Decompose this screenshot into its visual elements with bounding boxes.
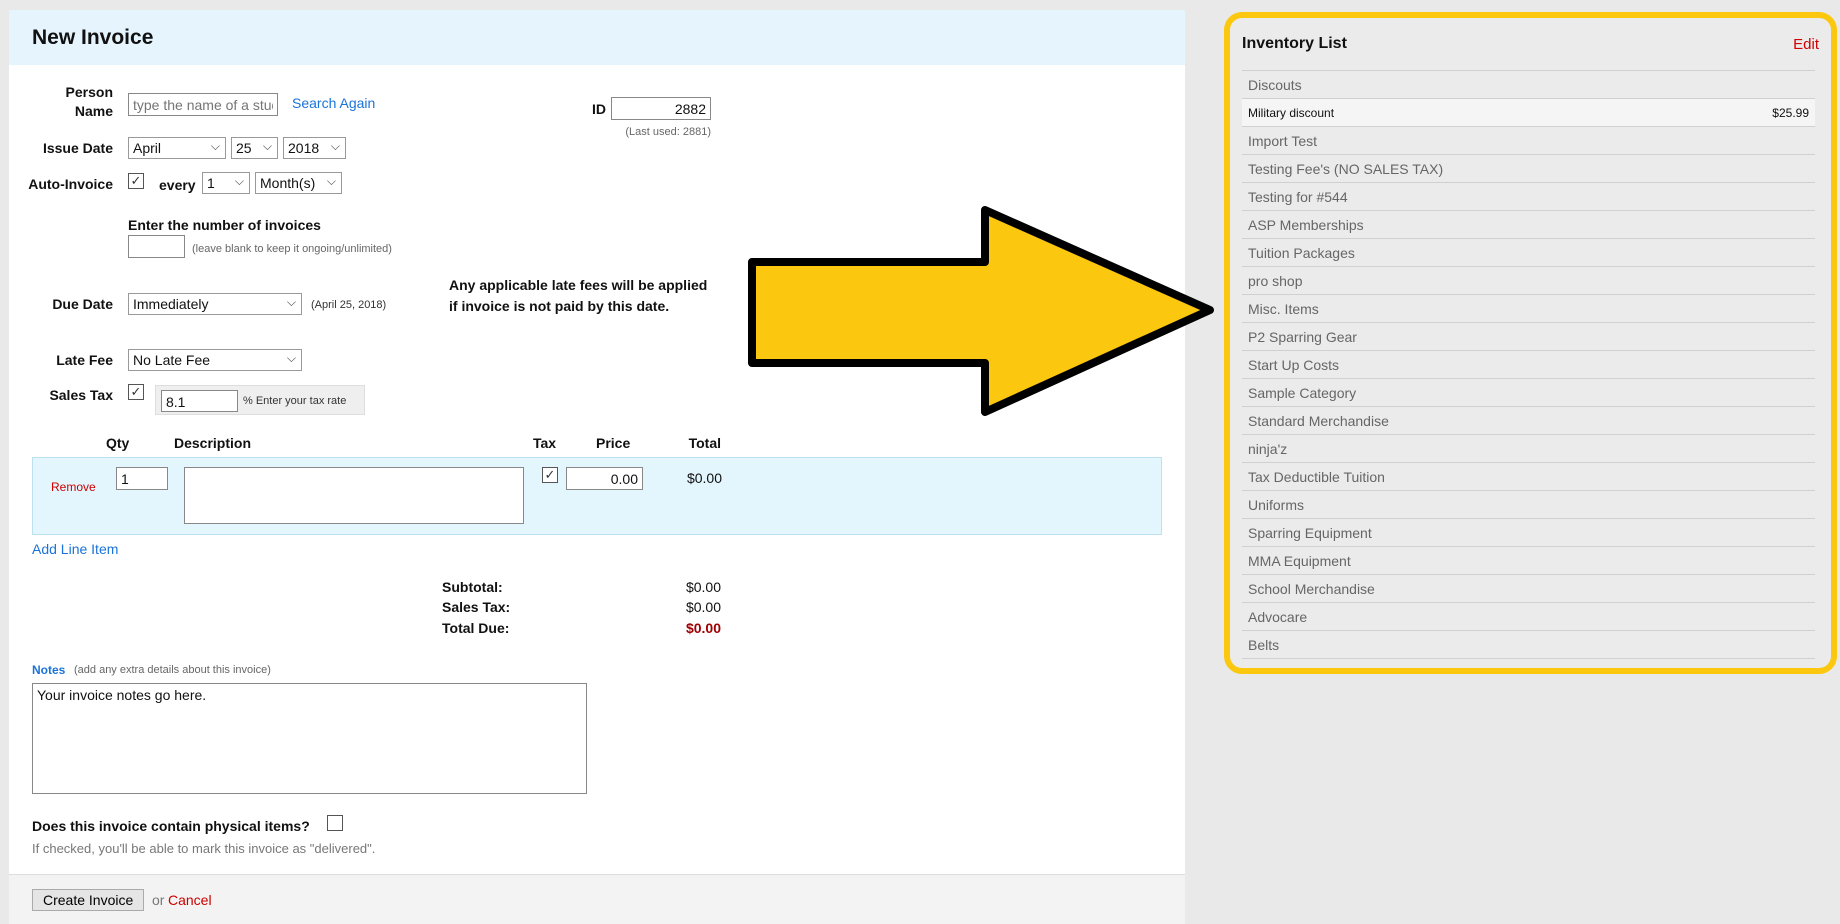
total-due-value: $0.00 [685,620,721,636]
inventory-item[interactable]: Uniforms [1242,491,1815,519]
tax-rate-box: 8.1 % Enter your tax rate [155,385,365,415]
issue-date-label: Issue Date [42,140,113,156]
notes-hint: (add any extra details about this invoic… [74,664,271,676]
auto-invoice-label: Auto-Invoice [28,176,113,192]
sub-item-name: Military discount [1248,106,1335,120]
sub-item-price: $25.99 [1772,106,1809,120]
inventory-item[interactable]: Start Up Costs [1242,351,1815,379]
cancel-link[interactable]: Cancel [168,892,212,908]
sales-tax-checkbox[interactable]: ✓ [128,384,144,400]
inventory-item[interactable]: School Merchandise [1242,575,1815,603]
num-invoices-input[interactable] [128,235,185,258]
edit-link[interactable]: Edit [1793,36,1819,53]
last-used-text: (Last used: 2881) [625,126,711,138]
add-line-item-link[interactable]: Add Line Item [32,541,118,557]
inventory-item[interactable]: Discouts [1242,71,1815,99]
inventory-item[interactable]: Sample Category [1242,379,1815,407]
issue-day-select[interactable]: 25 [231,137,278,159]
notes-label: Notes [32,663,66,677]
col-tax: Tax [533,435,557,451]
inventory-list: Discouts Military discount $25.99 Import Te… [1242,70,1815,659]
late-fee-label: Late Fee [56,352,113,368]
sales-tax-label: Sales Tax [49,387,113,403]
inventory-item[interactable]: Belts [1242,631,1815,659]
physical-items-hint: If checked, you'll be able to mark this … [32,841,376,856]
form-footer: Create Invoice or Cancel [9,874,1185,924]
subtotal-label: Subtotal: [442,579,503,595]
inventory-item[interactable]: Tuition Packages [1242,239,1815,267]
arrow-right-icon [748,206,1214,416]
auto-invoice-checkbox[interactable]: ✓ [128,173,144,189]
inventory-item[interactable]: ASP Memberships [1242,211,1815,239]
line-total: $0.00 [686,470,722,486]
sales-tax-total-label: Sales Tax: [442,599,511,615]
inventory-title: Inventory List [1242,35,1347,52]
col-total: Total [688,435,721,451]
tax-rate-input[interactable]: 8.1 [161,390,238,412]
person-name-input[interactable] [128,93,278,116]
inventory-item[interactable]: Testing for #544 [1242,183,1815,211]
col-description: Description [174,435,252,451]
late-fee-select[interactable]: No Late Fee [128,349,302,371]
new-invoice-panel: New Invoice Person Name Search Again ID … [9,10,1185,924]
total-due-label: Total Due: [442,620,510,636]
physical-items-checkbox[interactable] [327,815,343,831]
id-label: ID [592,101,606,117]
create-invoice-button[interactable]: Create Invoice [32,889,145,911]
id-input[interactable]: 2882 [611,97,711,120]
or-text: or [152,892,165,908]
physical-items-label: Does this invoice contain physical items… [32,818,310,834]
inventory-item[interactable]: Advocare [1242,603,1815,631]
line-item-row: Remove 1 ✓ 0.00 $0.00 [32,457,1162,535]
person-name-label: Person Name [65,84,113,119]
inventory-list-panel: Inventory List Edit Discouts Military dis… [1224,12,1837,674]
description-textarea[interactable] [184,467,524,524]
price-input[interactable]: 0.00 [566,467,643,490]
qty-input[interactable]: 1 [116,467,168,490]
col-qty: Qty [106,435,130,451]
every-number-select[interactable]: 1 [202,172,250,194]
inventory-sub-item[interactable]: Military discount $25.99 [1242,99,1815,127]
inventory-item[interactable]: Sparring Equipment [1242,519,1815,547]
every-label: every [159,177,196,193]
every-unit-select[interactable]: Month(s) [255,172,342,194]
inventory-item[interactable]: Testing Fee's (NO SALES TAX) [1242,155,1815,183]
issue-month-select[interactable]: April [128,137,226,159]
num-invoices-label: Enter the number of invoices [128,217,321,233]
subtotal-value: $0.00 [685,579,721,595]
num-invoices-hint: (leave blank to keep it ongoing/unlimite… [192,243,392,255]
inventory-item[interactable]: Misc. Items [1242,295,1815,323]
due-date-hint: (April 25, 2018) [311,299,387,311]
search-again-link[interactable]: Search Again [292,95,375,111]
late-fee-note: Any applicable late fees will be applied… [449,277,708,314]
due-date-label: Due Date [52,296,113,312]
inventory-item[interactable]: P2 Sparring Gear [1242,323,1815,351]
issue-year-select[interactable]: 2018 [283,137,346,159]
col-price: Price [596,435,631,451]
inventory-item[interactable]: Import Test [1242,127,1815,155]
line-tax-checkbox[interactable]: ✓ [542,467,558,483]
remove-line-item-link[interactable]: Remove [51,480,96,494]
page-title: New Invoice [32,26,154,49]
notes-textarea[interactable]: Your invoice notes go here. [32,683,587,794]
inventory-item[interactable]: MMA Equipment [1242,547,1815,575]
panel-header: New Invoice [9,10,1185,65]
sales-tax-total-value: $0.00 [685,599,721,615]
due-date-select[interactable]: Immediately [128,293,302,315]
inventory-item[interactable]: Standard Merchandise [1242,407,1815,435]
inventory-item[interactable]: ninja'z [1242,435,1815,463]
inventory-item[interactable]: Tax Deductible Tuition [1242,463,1815,491]
tax-rate-hint: % Enter your tax rate [243,395,347,407]
inventory-item[interactable]: pro shop [1242,267,1815,295]
